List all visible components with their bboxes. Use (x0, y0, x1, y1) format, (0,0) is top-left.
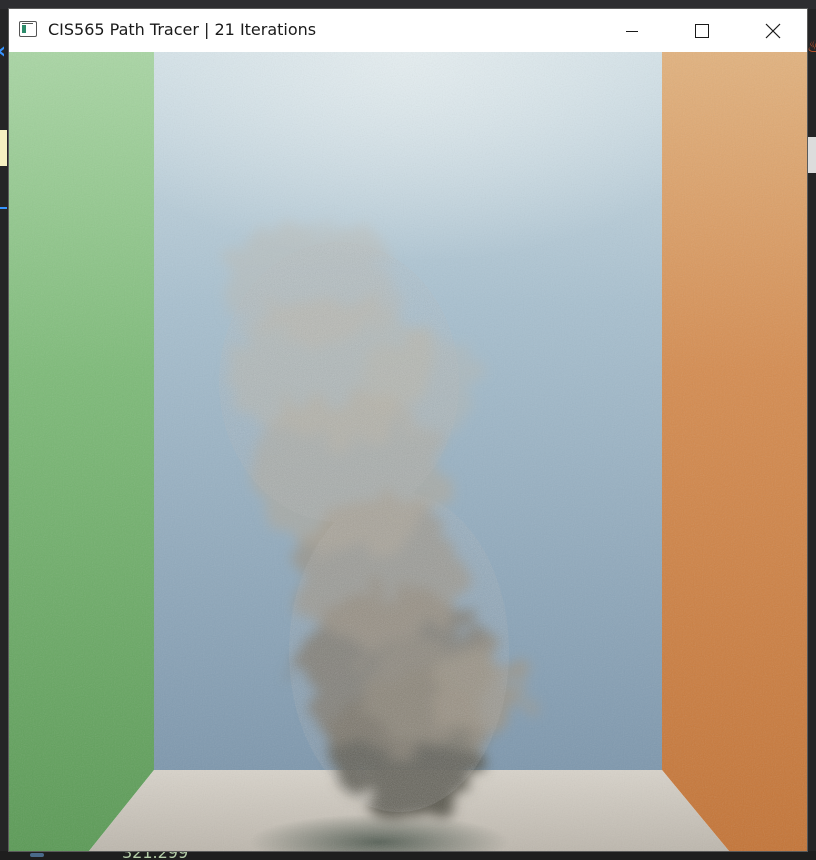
background-flame-icon: ♨ (807, 37, 816, 56)
minimize-icon (626, 30, 638, 32)
background-editor-strip: 321.299 (0, 851, 816, 860)
close-button[interactable] (750, 9, 796, 52)
close-icon (765, 23, 781, 38)
window-title: CIS565 Path Tracer | 21 Iterations (48, 20, 317, 39)
render-viewport[interactable] (9, 52, 807, 851)
cornell-box-render (9, 52, 807, 851)
minimize-button[interactable] (609, 9, 655, 52)
background-left-panel: ‹ (0, 9, 9, 860)
maximize-icon (695, 23, 709, 38)
path-tracer-window: CIS565 Path Tracer | 21 Iterations (9, 9, 807, 851)
window-titlebar[interactable]: CIS565 Path Tracer | 21 Iterations (9, 9, 807, 52)
app-window-icon (19, 21, 37, 37)
background-menu-bar (0, 0, 816, 9)
background-chevron-icon: ‹ (0, 39, 6, 64)
background-tab (0, 130, 7, 166)
background-right-panel: ♨ (807, 9, 816, 860)
background-number: 321.299 (122, 851, 188, 860)
background-tab (807, 137, 816, 173)
background-indicator (30, 853, 44, 857)
maximize-button[interactable] (679, 9, 725, 52)
background-tab-underline (0, 207, 7, 209)
